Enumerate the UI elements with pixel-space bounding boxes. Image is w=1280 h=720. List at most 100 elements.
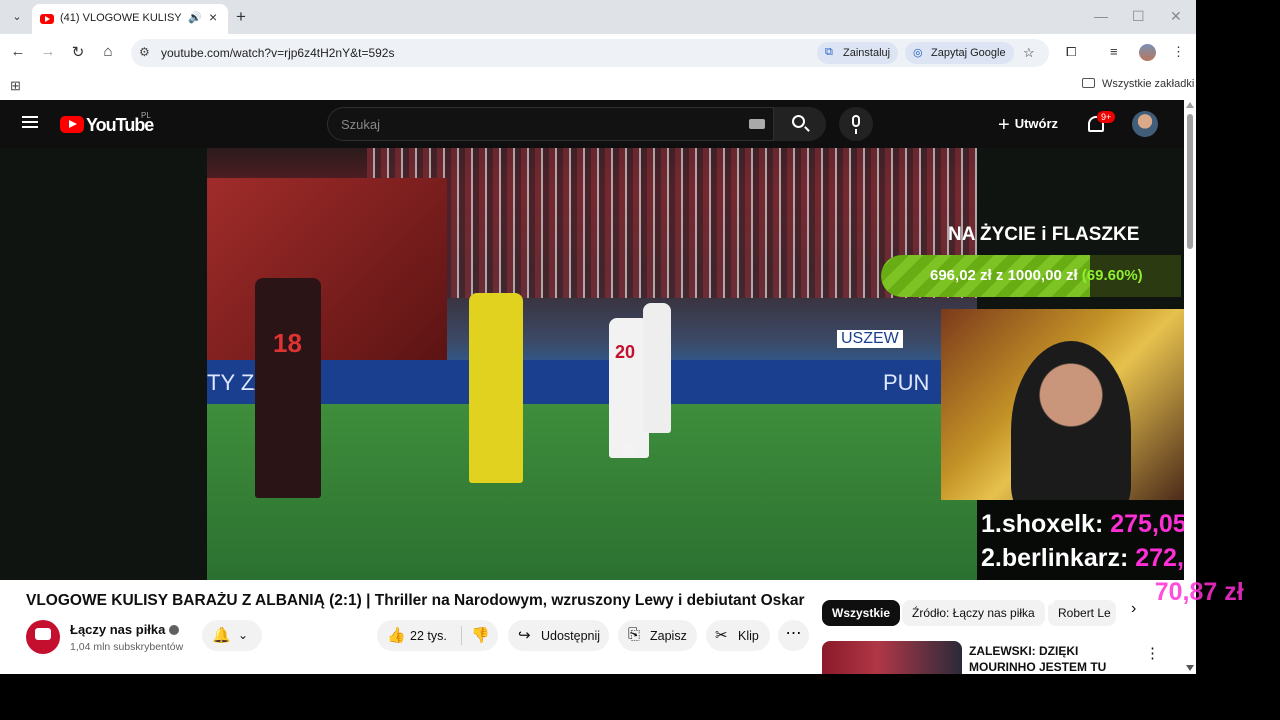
players-tunnel (207, 178, 447, 368)
chevron-down-icon: ⌄ (238, 628, 249, 642)
goal-percent: (69.60%) (1081, 267, 1143, 284)
jersey-number-18: 18 (273, 328, 302, 358)
google-lens-icon: ◎ (913, 47, 923, 59)
rank-name: shoxelk: (1001, 510, 1104, 538)
more-actions-icon[interactable]: ⋯ (778, 620, 809, 651)
bookmark-star-icon[interactable]: ☆ (1023, 45, 1035, 61)
channel-name-text: Łączy nas piłka (70, 622, 166, 637)
back-icon[interactable]: ← (8, 43, 28, 60)
football-pitch (207, 404, 977, 580)
banner-text: USZEW (837, 330, 903, 348)
stream-goal-title: NA ŻYCIE i FLASZKE (948, 224, 1140, 245)
search-button[interactable] (774, 107, 826, 141)
player-6 (643, 303, 671, 433)
like-count[interactable]: 22 tys. (410, 629, 447, 643)
share-button[interactable]: ↪ Udostępnij (508, 620, 609, 651)
search-input[interactable]: Szukaj (327, 107, 774, 141)
browser-menu-icon[interactable]: ⋮ (1172, 44, 1185, 60)
rank-number: 1. (981, 510, 1002, 538)
install-icon: ⧉ (825, 46, 833, 58)
screen: ⌄ (41) VLOGOWE KULISY BARAŻU Z ALBANIĄ 🔊… (0, 0, 1280, 720)
voice-search-button[interactable] (839, 107, 873, 141)
active-tab[interactable]: (41) VLOGOWE KULISY BARAŻU Z ALBANIĄ 🔊 × (32, 4, 228, 34)
donation-ranking: 1.shoxelk: 275,05 zł 2.berlinkarz: 272,4… (977, 500, 1184, 580)
player-18: 18 (255, 278, 321, 498)
subscriber-count: 1,04 mln subskrybentów (70, 641, 184, 653)
reload-icon[interactable]: ↻ (68, 43, 88, 61)
like-icon[interactable]: 👍 (387, 626, 406, 644)
country-code: PL (141, 111, 151, 120)
youtube-logo-icon[interactable] (60, 116, 84, 133)
hamburger-menu-icon[interactable] (22, 116, 38, 128)
channel-name[interactable]: Łączy nas piłka (70, 622, 180, 637)
scissors-icon: ✂ (715, 627, 728, 644)
address-bar[interactable]: ⚙ youtube.com/watch?v=rjp6z4tH2nY&t=592s… (131, 39, 1049, 67)
video-player[interactable]: TY ZA PUN USZEW 18 20 NA ŻYCIE i FLASZKE… (0, 148, 1184, 580)
media-control-icon[interactable]: ≡ (1110, 44, 1118, 59)
minimize-icon[interactable]: — (1094, 8, 1108, 24)
keyboard-icon[interactable] (749, 119, 765, 129)
recommendation-menu-icon[interactable]: ⋮ (1145, 644, 1160, 662)
donation-goal-bar: 696,02 zł z 1000,00 zł (69.60%) (881, 255, 1181, 297)
like-divider (461, 626, 462, 645)
tab-search-icon[interactable]: ⌄ (7, 7, 27, 27)
home-icon[interactable]: ⌂ (98, 43, 118, 60)
folder-icon (1082, 78, 1095, 88)
channel-avatar[interactable] (26, 620, 60, 654)
recommendation-title[interactable]: ZALEWSKI: DZIĘKI MOURINHO JESTEM TU GDZI… (969, 643, 1134, 674)
clip-button[interactable]: ✂ Klip (706, 620, 770, 651)
ranking-row: 3.Marynarz13: 70,87 zł (981, 578, 1244, 607)
ranking-row: 1.shoxelk: 275,05 zł (981, 510, 1184, 539)
rank-name: berlinkarz: (1001, 544, 1129, 572)
scroll-down-icon[interactable] (1186, 665, 1194, 671)
rank-number: 2. (981, 544, 1002, 572)
filter-chip-all[interactable]: Wszystkie (822, 600, 901, 626)
maximize-icon[interactable]: ☐ (1132, 8, 1145, 25)
create-button[interactable]: + Utwórz (998, 114, 1058, 137)
save-icon: ⎘ (628, 626, 641, 643)
browser-window: ⌄ (41) VLOGOWE KULISY BARAŻU Z ALBANIĄ 🔊… (0, 0, 1196, 674)
ranking-row: 2.berlinkarz: 272,48 zł (981, 544, 1184, 573)
rank-amount: 275,05 zł (1110, 510, 1184, 538)
advertising-board: TY ZA PUN USZEW (207, 330, 977, 404)
profile-avatar[interactable] (1139, 44, 1156, 61)
all-bookmarks-link[interactable]: Wszystkie zakładki (1102, 78, 1194, 90)
search-placeholder: Szukaj (341, 117, 381, 132)
site-info-icon[interactable]: ⚙ (139, 45, 150, 59)
bell-icon: 🔔 (212, 627, 231, 644)
browser-toolbar: ← → ↻ ⌂ ⚙ youtube.com/watch?v=rjp6z4tH2n… (0, 34, 1196, 72)
install-label: Zainstaluj (843, 47, 891, 59)
goal-connector: z (995, 267, 1004, 284)
football (623, 442, 637, 456)
forward-icon[interactable]: → (38, 43, 58, 60)
recommendation-thumbnail[interactable] (822, 641, 962, 674)
new-tab-icon[interactable]: + (236, 7, 246, 27)
goal-target: 1000,00 zł (1007, 267, 1078, 284)
rank-number: 3. (981, 578, 1002, 606)
donation-goal-text: 696,02 zł z 1000,00 zł (69.60%) (930, 267, 1143, 284)
youtube-favicon-icon (40, 14, 54, 24)
streamer (1011, 341, 1131, 500)
rank-amount: 70,87 zł (1154, 578, 1244, 606)
verified-badge-icon (169, 625, 180, 635)
user-avatar[interactable] (1132, 111, 1158, 137)
speaker-icon[interactable]: 🔊 (188, 11, 202, 24)
video-frame[interactable]: TY ZA PUN USZEW 18 20 (207, 148, 977, 580)
scroll-thumb[interactable] (1187, 114, 1193, 249)
dislike-icon[interactable]: 👎 (471, 626, 490, 644)
extensions-icon[interactable]: ⧠ (1066, 44, 1076, 60)
apps-grid-icon[interactable]: ⊞ (10, 78, 21, 94)
ask-google-button[interactable]: ◎ Zapytaj Google (905, 42, 1014, 64)
install-button[interactable]: ⧉ Zainstaluj (817, 42, 899, 64)
close-window-icon[interactable]: ✕ (1170, 8, 1182, 25)
goal-current: 696,02 zł (930, 267, 992, 284)
scroll-up-icon[interactable] (1186, 102, 1194, 108)
create-label: Utwórz (1014, 116, 1059, 131)
notification-badge: 9+ (1097, 111, 1116, 123)
save-button[interactable]: ⎘ Zapisz (618, 620, 697, 651)
notifications-subscribe-button[interactable]: 🔔 ⌄ (202, 620, 262, 651)
share-label: Udostępnij (541, 629, 601, 643)
jersey-number-20: 20 (615, 342, 636, 362)
search-icon (792, 115, 805, 128)
close-tab-icon[interactable]: × (209, 9, 217, 25)
